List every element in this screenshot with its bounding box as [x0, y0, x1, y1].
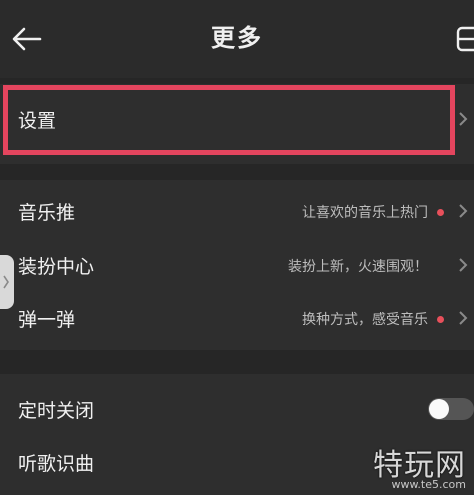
toggle-knob	[429, 399, 449, 419]
timer-off-toggle[interactable]	[428, 398, 474, 420]
dress-center-row[interactable]: 装扮中心 装扮上新，火速围观！	[0, 240, 474, 292]
chevron-right-icon	[459, 258, 468, 272]
music-push-subtitle: 让喜欢的音乐上热门	[302, 205, 428, 221]
red-dot-badge	[437, 209, 444, 216]
chevron-right-icon	[459, 311, 468, 325]
music-push-label: 音乐推	[18, 202, 76, 224]
site-watermark: 特玩网 www.te5.com	[373, 440, 466, 491]
section-gap	[0, 350, 474, 374]
bounce-subtitle: 换种方式，感受音乐	[302, 312, 428, 328]
timer-off-row[interactable]: 定时关闭	[0, 384, 474, 436]
chevron-right-icon	[459, 204, 468, 218]
section-gap	[0, 164, 474, 180]
top-bar: 更多	[0, 0, 474, 78]
watermark-site: www.te5.com	[391, 478, 466, 491]
red-dot-badge	[437, 316, 444, 323]
chevron-right-icon	[3, 275, 9, 289]
dress-center-label: 装扮中心	[18, 256, 95, 278]
music-push-row[interactable]: 音乐推 让喜欢的音乐上热门	[0, 186, 474, 238]
highlight-box	[3, 85, 455, 155]
page-title: 更多	[211, 24, 263, 52]
timer-off-label: 定时关闭	[18, 400, 95, 422]
song-recognition-label: 听歌识曲	[18, 453, 95, 475]
dress-center-subtitle: 装扮上新，火速围观！	[288, 259, 428, 275]
menu-icon[interactable]	[452, 22, 474, 56]
section-gap	[0, 78, 474, 84]
side-drawer-handle[interactable]	[0, 255, 14, 309]
bounce-label: 弹一弹	[18, 309, 76, 331]
chevron-right-icon	[459, 112, 468, 126]
bounce-row[interactable]: 弹一弹 换种方式，感受音乐	[0, 293, 474, 345]
